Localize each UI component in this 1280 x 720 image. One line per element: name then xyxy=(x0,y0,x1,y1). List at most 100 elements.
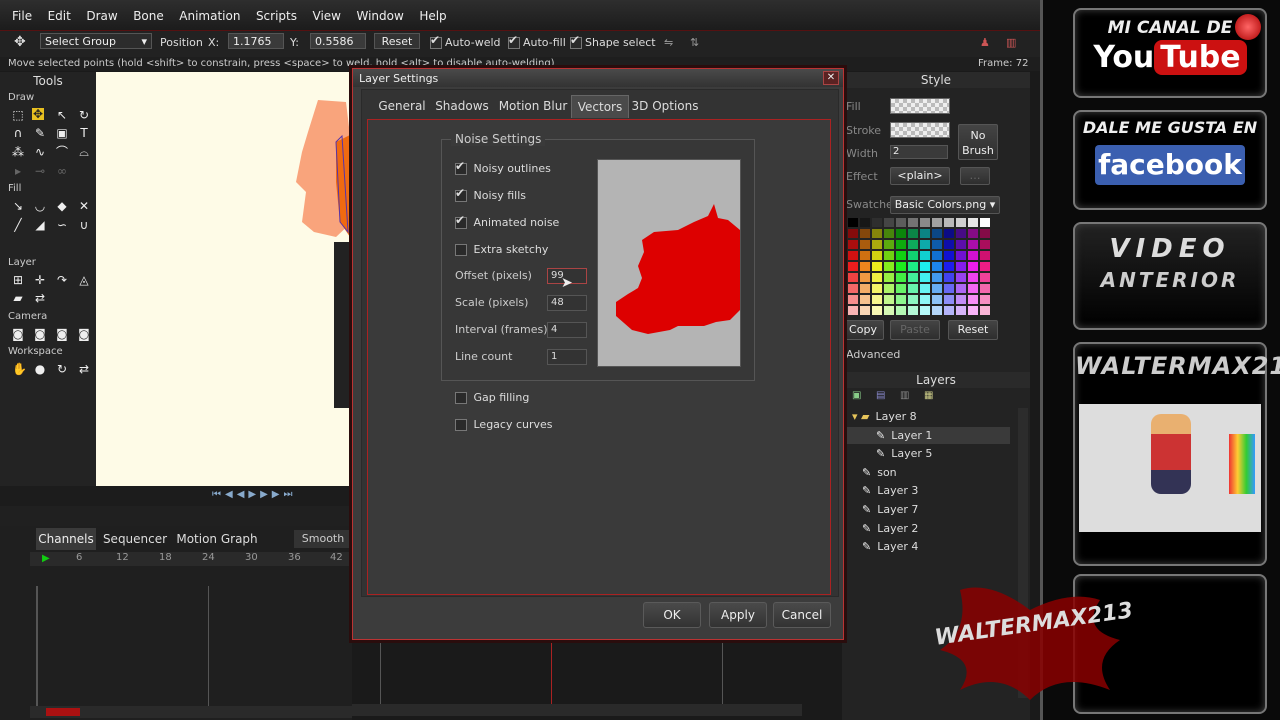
layer-row[interactable]: ✎ Layer 3 xyxy=(846,482,1010,499)
color-swatch[interactable] xyxy=(980,273,990,282)
color-swatch[interactable] xyxy=(980,262,990,271)
color-swatch[interactable] xyxy=(944,229,954,238)
layer-row[interactable]: ✎ Layer 1 xyxy=(846,426,1010,444)
color-swatch[interactable] xyxy=(848,262,858,271)
duplicate-layer-icon[interactable]: ▤ xyxy=(876,390,885,401)
color-swatch[interactable] xyxy=(896,295,906,304)
menu-help[interactable]: Help xyxy=(419,9,446,23)
color-swatch[interactable] xyxy=(860,284,870,293)
color-swatch[interactable] xyxy=(968,284,978,293)
color-swatch[interactable] xyxy=(860,251,870,260)
color-swatch[interactable] xyxy=(956,295,966,304)
paint-bucket-icon[interactable]: ◆ xyxy=(56,200,68,212)
color-swatch[interactable] xyxy=(884,306,894,315)
color-swatch[interactable] xyxy=(956,284,966,293)
layer-row[interactable]: ✎ Layer 7 xyxy=(846,501,1010,518)
add-point-icon[interactable]: ↖ xyxy=(56,109,68,121)
color-swatch[interactable] xyxy=(848,251,858,260)
color-swatch[interactable] xyxy=(968,306,978,315)
interval-input[interactable]: 4 xyxy=(547,322,587,338)
layer-row[interactable]: ✎ Layer 2 xyxy=(846,520,1010,537)
color-swatch[interactable] xyxy=(920,273,930,282)
color-swatch[interactable] xyxy=(908,218,918,227)
delete-edge-icon[interactable]: ⊸ xyxy=(34,165,46,177)
shear-layer-icon[interactable]: ▰ xyxy=(12,292,24,304)
animated-noise-checkbox[interactable]: Animated noise xyxy=(455,213,559,229)
scrollbar-thumb[interactable] xyxy=(46,708,80,716)
color-swatch[interactable] xyxy=(884,229,894,238)
width-input[interactable]: 2 xyxy=(890,145,948,159)
layer-row[interactable]: ✎ son xyxy=(846,464,1010,481)
delete-layer-icon[interactable]: ▥ xyxy=(900,390,909,401)
noisy-fills-checkbox[interactable]: Noisy fills xyxy=(455,186,526,202)
color-swatch[interactable] xyxy=(956,240,966,249)
color-swatch[interactable] xyxy=(848,273,858,282)
color-swatch[interactable] xyxy=(932,218,942,227)
select-points-icon[interactable]: ⬚ xyxy=(12,109,24,121)
color-swatch[interactable] xyxy=(848,218,858,227)
color-swatch[interactable] xyxy=(848,240,858,249)
color-swatch[interactable] xyxy=(884,218,894,227)
color-swatch[interactable] xyxy=(944,251,954,260)
color-swatch[interactable] xyxy=(860,273,870,282)
color-swatch[interactable] xyxy=(980,240,990,249)
menu-edit[interactable]: Edit xyxy=(48,9,71,23)
color-swatch[interactable] xyxy=(884,273,894,282)
color-swatch[interactable] xyxy=(872,295,882,304)
menu-window[interactable]: Window xyxy=(356,9,403,23)
color-swatch[interactable] xyxy=(860,306,870,315)
flip-layer-icon[interactable]: ⇄ xyxy=(34,292,46,304)
color-swatch[interactable] xyxy=(932,273,942,282)
color-swatch[interactable] xyxy=(872,273,882,282)
color-swatch[interactable] xyxy=(920,251,930,260)
user-icon[interactable]: ♟ xyxy=(980,36,990,49)
y-position-input[interactable]: 0.5586 xyxy=(310,33,366,49)
tab-channels[interactable]: Channels xyxy=(36,528,96,550)
color-swatch[interactable] xyxy=(896,218,906,227)
create-shape-icon[interactable]: ◡ xyxy=(34,200,46,212)
interpolation-dropdown[interactable]: Smooth xyxy=(294,530,352,548)
color-swatch[interactable] xyxy=(956,306,966,315)
panel-icon[interactable]: ▥ xyxy=(1006,36,1016,49)
color-swatch[interactable] xyxy=(920,295,930,304)
color-swatch[interactable] xyxy=(944,273,954,282)
color-swatch[interactable] xyxy=(980,295,990,304)
color-swatch[interactable] xyxy=(968,273,978,282)
x-position-input[interactable]: 1.1765 xyxy=(228,33,284,49)
color-swatch[interactable] xyxy=(908,284,918,293)
stroke-icon[interactable]: ∽ xyxy=(56,219,68,231)
no-brush-button[interactable]: No Brush xyxy=(958,124,998,160)
color-swatch[interactable] xyxy=(920,284,930,293)
color-swatch[interactable] xyxy=(920,306,930,315)
color-swatch[interactable] xyxy=(872,262,882,271)
color-swatch[interactable] xyxy=(848,284,858,293)
color-swatch[interactable] xyxy=(848,295,858,304)
apply-button[interactable]: Apply xyxy=(709,602,767,628)
color-swatch[interactable] xyxy=(932,229,942,238)
line-count-input[interactable]: 1 xyxy=(547,349,587,365)
playback-controls[interactable]: ⏮◀◀▶▶▶⏭ xyxy=(212,489,296,500)
color-swatch[interactable] xyxy=(884,240,894,249)
scatter-icon[interactable]: ⁂ xyxy=(12,146,24,158)
camera-zoom-icon[interactable]: ◙ xyxy=(34,328,46,340)
camera-pan-icon[interactable]: ◙ xyxy=(78,328,90,340)
layer-settings-icon[interactable]: ▦ xyxy=(924,390,933,401)
legacy-curves-checkbox[interactable]: Legacy curves xyxy=(455,418,553,431)
color-swatch[interactable] xyxy=(956,273,966,282)
color-swatch[interactable] xyxy=(944,262,954,271)
color-swatch[interactable] xyxy=(896,284,906,293)
color-swatch[interactable] xyxy=(872,251,882,260)
zoom-icon[interactable]: ● xyxy=(34,363,46,375)
freehand-icon[interactable]: ✎ xyxy=(34,127,46,139)
color-swatch[interactable] xyxy=(920,240,930,249)
color-swatch[interactable] xyxy=(956,218,966,227)
color-swatch[interactable] xyxy=(896,229,906,238)
tab-motion-blur[interactable]: Motion Blur xyxy=(495,95,571,117)
select-shape-icon[interactable]: ↘ xyxy=(12,200,24,212)
noisy-outlines-checkbox[interactable]: Noisy outlines xyxy=(455,159,551,175)
drawing-canvas[interactable] xyxy=(96,72,352,486)
effect-options-button[interactable]: … xyxy=(960,167,990,185)
noise-icon[interactable]: ▸ xyxy=(12,165,24,177)
scale-input[interactable]: 48 xyxy=(547,295,587,311)
color-swatch[interactable] xyxy=(860,218,870,227)
